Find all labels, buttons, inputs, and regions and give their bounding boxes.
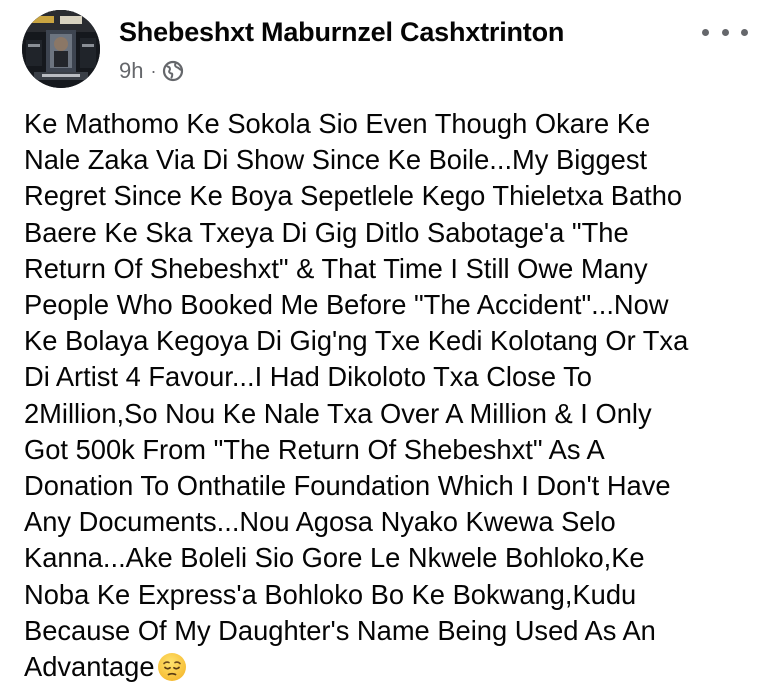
post-body-line: Ke Mathomo Ke Sokola Sio Even Though Oka… <box>24 108 651 139</box>
meta-separator: · <box>150 60 157 81</box>
post-body-last-line: Advantage <box>24 649 758 687</box>
more-dot <box>721 28 729 36</box>
post-body-line: People Who Booked Me Before "The Acciden… <box>24 289 669 321</box>
globe-icon[interactable] <box>162 60 184 82</box>
more-dot <box>741 28 748 36</box>
post-body-line: Noba Ke Express'a Bohloko Bo Ke Bokwang,… <box>24 578 637 610</box>
more-dot <box>702 28 709 36</box>
post-body-line: Nale Zaka Via Di Show Since Ke Boile...M… <box>24 144 648 176</box>
post-body-line: Return Of Shebeshxt" & That Time I Still… <box>24 252 648 284</box>
post-body-line: Advantage <box>24 651 155 683</box>
facebook-post: Shebeshxt Maburnzel Cashxtrinton 9h · Ke… <box>0 0 768 687</box>
post-body-line: Baere Ke Ska Txeya Di Gig Ditlo Sabotage… <box>24 216 629 248</box>
pensive-face-emoji <box>157 652 187 687</box>
post-body-line: Di Artist 4 Favour...I Had Dikoloto Txa … <box>24 361 592 393</box>
post-body-line: Because Of My Daughter's Name Being Used… <box>24 614 656 646</box>
post-body-line: Ke Bolaya Kegoya Di Gig'ng Txe Kedi Kolo… <box>24 325 689 357</box>
post-timestamp[interactable]: 9h <box>119 58 143 84</box>
post-body: Ke Mathomo Ke Sokola Sio Even Though Oka… <box>24 106 758 687</box>
post-body-line: Regret Since Ke Boya Sepetlele Kego Thie… <box>24 180 683 212</box>
post-body-line: Got 500k From "The Return Of Shebeshxt" … <box>24 433 605 465</box>
post-body-line: Any Documents...Nou Agosa Nyako Kwewa Se… <box>24 506 616 538</box>
author-avatar[interactable] <box>22 10 100 88</box>
more-options-icon[interactable] <box>702 22 748 42</box>
post-body-line: 2Million,So Nou Ke Nale Txa Over A Milli… <box>24 397 652 429</box>
author-name[interactable]: Shebeshxt Maburnzel Cashxtrinton <box>119 17 564 48</box>
post-body-line: Donation To Onthatile Foundation Which I… <box>24 470 671 502</box>
post-meta: 9h · <box>119 58 184 84</box>
post-body-line: Kanna...Ake Boleli Sio Gore Le Nkwele Bo… <box>24 542 645 574</box>
